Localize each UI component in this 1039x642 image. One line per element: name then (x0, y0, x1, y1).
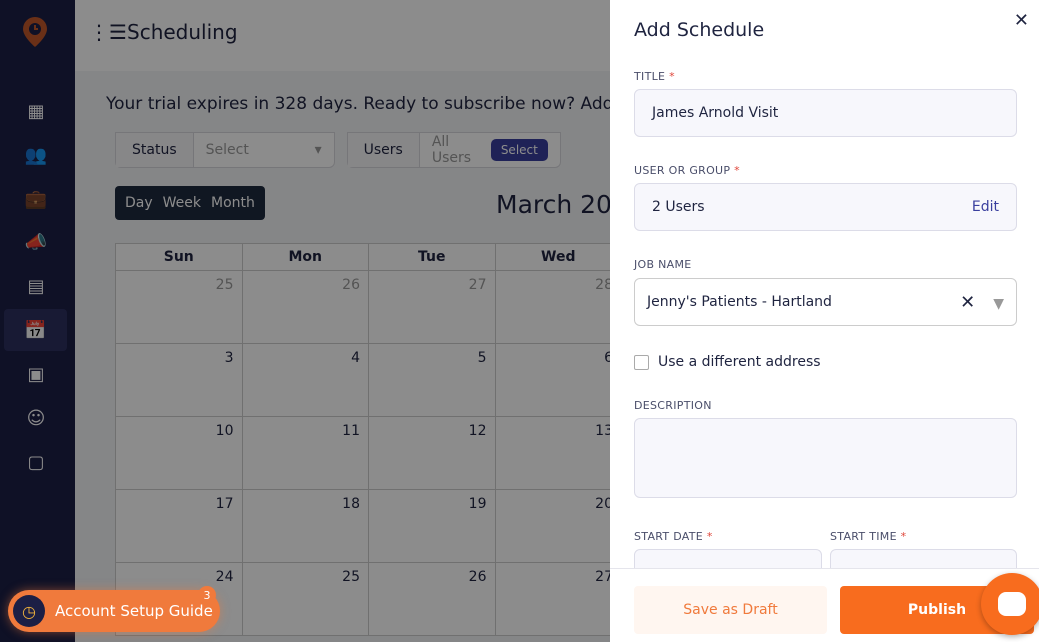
description-label: DESCRIPTION (634, 399, 712, 412)
modal-backdrop[interactable] (0, 0, 610, 642)
start-time-label: START TIME * (830, 530, 907, 543)
chevron-down-icon: ▼ (993, 295, 1004, 312)
user-group-label: USER OR GROUP * (634, 164, 740, 177)
description-textarea[interactable] (634, 418, 1017, 498)
setup-guide-badge: 3 (198, 586, 216, 604)
user-group-field[interactable]: 2 Users Edit (634, 183, 1017, 231)
start-date-label: START DATE * (634, 530, 713, 543)
panel-footer: Save as Draft Publish (610, 568, 1039, 642)
close-icon[interactable]: ✕ (1014, 10, 1029, 31)
add-schedule-panel: Add Schedule ✕ TITLE * James Arnold Visi… (610, 0, 1039, 642)
job-name-select[interactable]: Jenny's Patients - Hartland ✕ ▼ (634, 278, 1017, 326)
job-name-label: JOB NAME (634, 258, 692, 271)
save-draft-button[interactable]: Save as Draft (634, 586, 827, 634)
account-setup-guide-button[interactable]: ◷ Account Setup Guide 3 (8, 586, 220, 632)
different-address-checkbox[interactable]: Use a different address (634, 354, 821, 370)
clock-pin-icon: ◷ (13, 595, 45, 627)
title-label: TITLE * (634, 70, 675, 83)
setup-guide-label: Account Setup Guide (55, 602, 213, 620)
clear-icon[interactable]: ✕ (960, 292, 975, 313)
panel-title: Add Schedule (634, 19, 765, 41)
edit-users-link[interactable]: Edit (972, 199, 999, 215)
title-input[interactable]: James Arnold Visit (634, 89, 1017, 137)
chat-icon[interactable] (981, 573, 1039, 635)
